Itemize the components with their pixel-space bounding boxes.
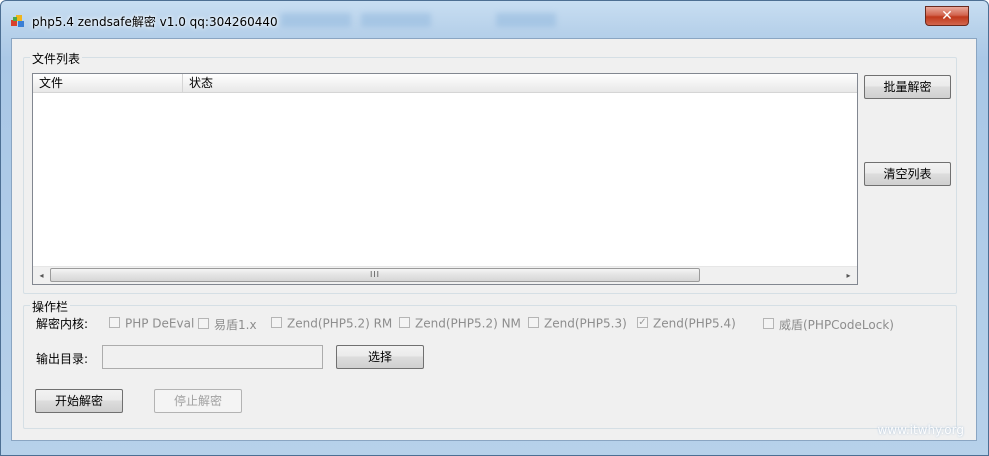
column-header-file[interactable]: 文件 bbox=[33, 74, 183, 92]
checkbox-icon bbox=[271, 317, 282, 328]
kernel-option-label: 易盾1.x bbox=[214, 318, 257, 332]
kernel-option-zend52-rm[interactable]: Zend(PHP5.2) RM bbox=[271, 316, 392, 332]
start-decrypt-button[interactable]: 开始解密 bbox=[35, 389, 123, 413]
checkbox-icon bbox=[528, 317, 539, 328]
scroll-right-icon[interactable]: ▸ bbox=[840, 267, 857, 284]
kernel-label: 解密内核: bbox=[36, 317, 89, 331]
close-icon: ✕ bbox=[941, 8, 953, 24]
operations-legend: 操作栏 bbox=[30, 298, 71, 315]
kernel-option-zend52-nm[interactable]: Zend(PHP5.2) NM bbox=[399, 316, 521, 332]
file-list[interactable]: 文件 状态 ◂ III ▸ bbox=[32, 73, 858, 285]
app-icon bbox=[11, 15, 24, 27]
title-bar[interactable]: php5.4 zendsafe解密 v1.0 qq:304260440 ✕ bbox=[1, 1, 988, 39]
window-title: php5.4 zendsafe解密 v1.0 qq:304260440 bbox=[32, 15, 278, 29]
file-list-legend: 文件列表 bbox=[30, 50, 83, 67]
list-header: 文件 状态 bbox=[33, 74, 857, 93]
client-area: 文件列表 文件 状态 ◂ III ▸ 批量解密 清空列表 操作栏 解密内核: P… bbox=[11, 38, 977, 441]
kernel-option-zend53[interactable]: Zend(PHP5.3) bbox=[528, 316, 627, 332]
checkbox-icon bbox=[399, 317, 410, 328]
clear-list-button[interactable]: 清空列表 bbox=[864, 162, 951, 186]
close-button[interactable]: ✕ bbox=[925, 6, 969, 26]
scroll-thumb[interactable]: III bbox=[50, 268, 700, 282]
kernel-option-weidun[interactable]: 威盾(PHPCodeLock) bbox=[763, 316, 894, 332]
kernel-option-yidun[interactable]: 易盾1.x bbox=[198, 316, 257, 332]
kernel-option-label: Zend(PHP5.3) bbox=[544, 316, 627, 331]
column-file-label: 文件 bbox=[39, 76, 64, 90]
column-status-label: 状态 bbox=[189, 76, 214, 90]
output-dir-field[interactable] bbox=[102, 345, 323, 369]
checkbox-icon bbox=[109, 317, 120, 328]
app-window: php5.4 zendsafe解密 v1.0 qq:304260440 ✕ 文件… bbox=[0, 0, 989, 456]
stop-decrypt-button[interactable]: 停止解密 bbox=[154, 389, 242, 413]
kernel-option-label: PHP DeEval bbox=[125, 316, 195, 331]
checkbox-icon bbox=[198, 318, 209, 329]
column-header-status[interactable]: 状态 bbox=[183, 74, 859, 92]
output-dir-label: 输出目录: bbox=[36, 352, 89, 366]
scroll-grip-icon: III bbox=[369, 270, 381, 279]
kernel-option-zend54[interactable]: ✓ Zend(PHP5.4) bbox=[637, 316, 736, 332]
scroll-left-icon[interactable]: ◂ bbox=[33, 267, 50, 284]
kernel-option-label: Zend(PHP5.2) RM bbox=[287, 316, 393, 331]
blurred-taskbar-text bbox=[361, 13, 431, 27]
checkmark-icon: ✓ bbox=[637, 317, 648, 328]
select-dir-button[interactable]: 选择 bbox=[336, 345, 424, 369]
kernel-option-label: 威盾(PHPCodeLock) bbox=[779, 318, 894, 332]
watermark: www.itwhy.org bbox=[877, 423, 964, 437]
kernel-option-php-deeval[interactable]: PHP DeEval bbox=[109, 316, 194, 332]
kernel-option-label: Zend(PHP5.2) NM bbox=[415, 316, 521, 331]
checkbox-icon bbox=[763, 318, 774, 329]
batch-decrypt-button[interactable]: 批量解密 bbox=[864, 75, 951, 99]
blurred-taskbar-text bbox=[496, 13, 556, 27]
kernel-option-label: Zend(PHP5.4) bbox=[653, 316, 736, 331]
blurred-taskbar-text bbox=[281, 13, 351, 27]
horizontal-scrollbar[interactable]: ◂ III ▸ bbox=[33, 266, 857, 284]
